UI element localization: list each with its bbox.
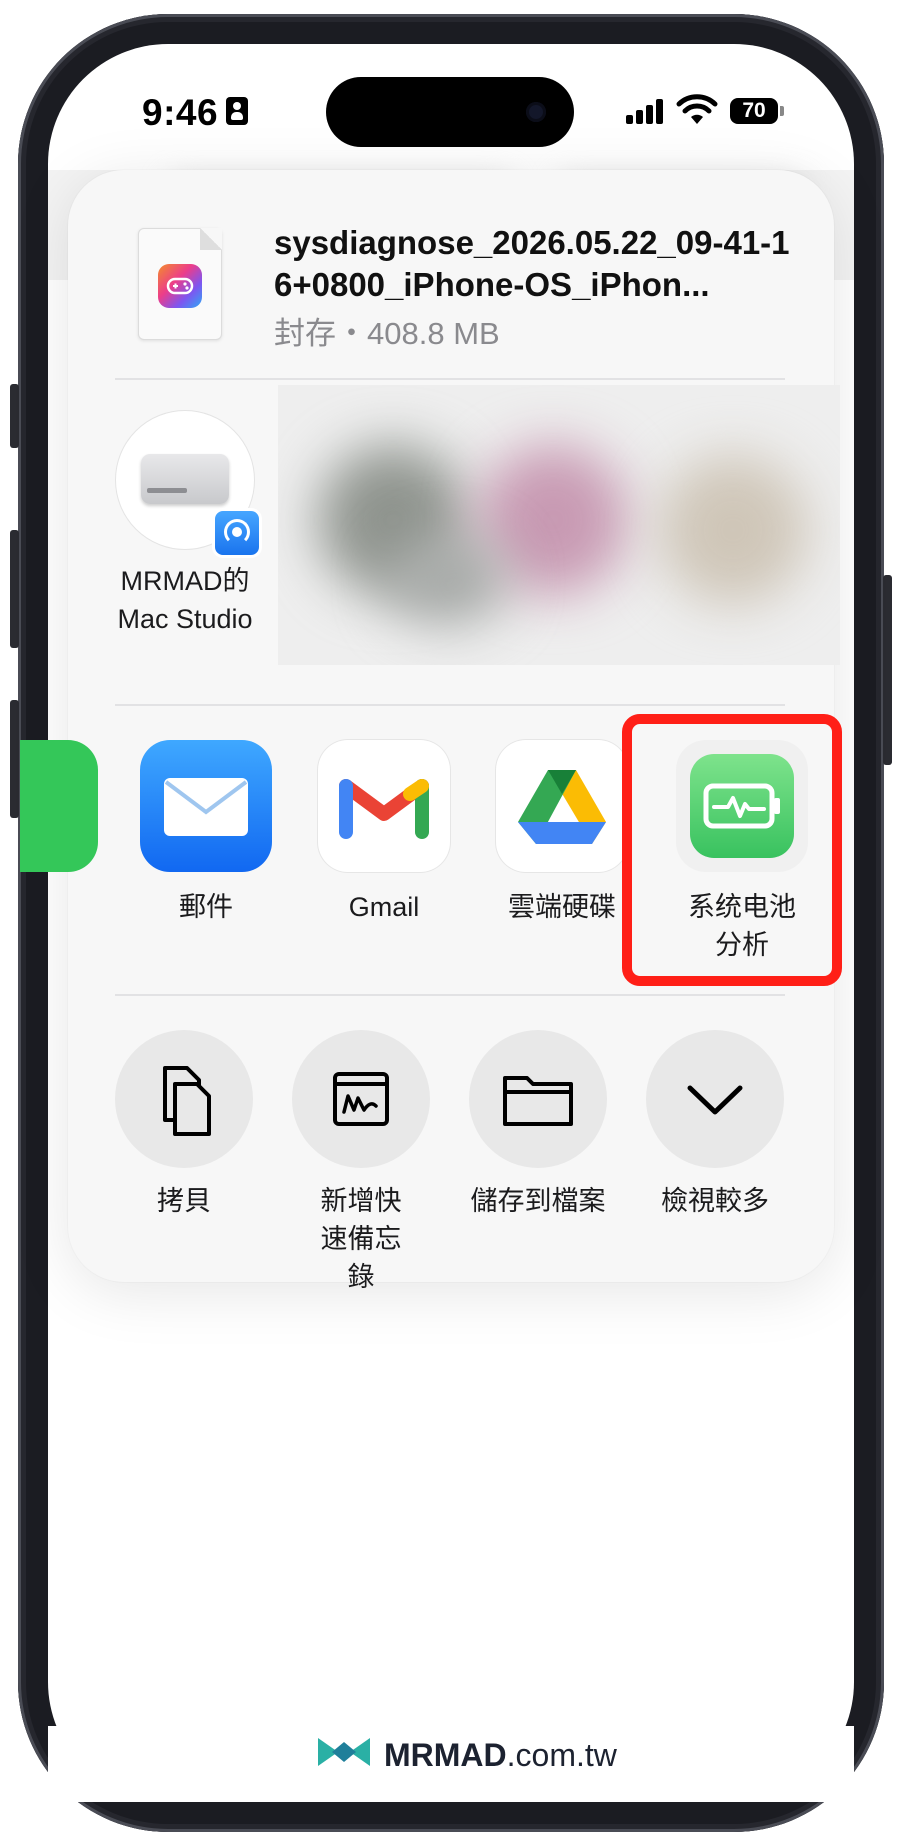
divider — [115, 704, 785, 706]
divider — [115, 378, 785, 380]
volume-up-button — [10, 530, 19, 648]
page-fold-icon — [200, 228, 222, 250]
view-more-button[interactable] — [646, 1030, 784, 1168]
divider — [115, 994, 785, 996]
gmail-app-label: Gmail — [348, 892, 420, 922]
messages-app-partial[interactable] — [20, 740, 98, 872]
quick-note-icon — [333, 1072, 389, 1126]
airdrop-icon — [212, 508, 262, 558]
dynamic-island — [326, 77, 574, 147]
blurred-contacts — [278, 385, 840, 665]
copy-icon — [163, 1066, 211, 1136]
mrmad-logo-icon — [318, 1738, 370, 1766]
battery-tip-icon — [780, 106, 784, 116]
airdrop-device-label: MRMAD的 Mac Studio — [117, 566, 253, 634]
file-name: sysdiagnose_2026.05.22_09-41-16+0800_iPh… — [274, 224, 790, 303]
game-controller-icon — [158, 264, 202, 308]
chevron-down-icon — [687, 1085, 743, 1115]
wifi-icon — [676, 94, 718, 124]
file-thumbnail — [138, 228, 222, 340]
gmail-app-button[interactable] — [318, 740, 450, 872]
status-time: 9:46 — [142, 92, 219, 133]
folder-icon — [503, 1076, 573, 1126]
camera-icon — [526, 102, 546, 122]
cellular-signal-icon — [626, 98, 664, 124]
power-button — [883, 575, 892, 765]
save-to-files-label: 儲存到檔案 — [470, 1186, 606, 1216]
battery-indicator: 70 — [730, 98, 778, 124]
mac-studio-icon — [141, 454, 229, 504]
volume-down-button — [10, 700, 19, 818]
file-meta: 封存・408.8 MB — [274, 316, 500, 351]
brand-watermark: MRMAD.com.tw — [384, 1737, 617, 1773]
google-drive-app-button[interactable] — [496, 740, 628, 872]
quick-note-label: 新增快速備忘錄 — [320, 1186, 402, 1292]
view-more-label: 檢視較多 — [661, 1186, 769, 1216]
action-button — [10, 384, 19, 448]
mail-icon — [164, 778, 248, 836]
gmail-icon — [339, 779, 429, 839]
quick-note-button[interactable] — [292, 1030, 430, 1168]
mail-app-button[interactable] — [140, 740, 272, 872]
save-to-files-button[interactable] — [469, 1030, 607, 1168]
mail-app-label: 郵件 — [179, 892, 233, 922]
focus-id-icon — [226, 97, 248, 125]
google-drive-icon — [518, 770, 606, 844]
copy-button[interactable] — [115, 1030, 253, 1168]
highlight-box — [622, 714, 842, 986]
copy-label: 拷貝 — [157, 1186, 211, 1216]
